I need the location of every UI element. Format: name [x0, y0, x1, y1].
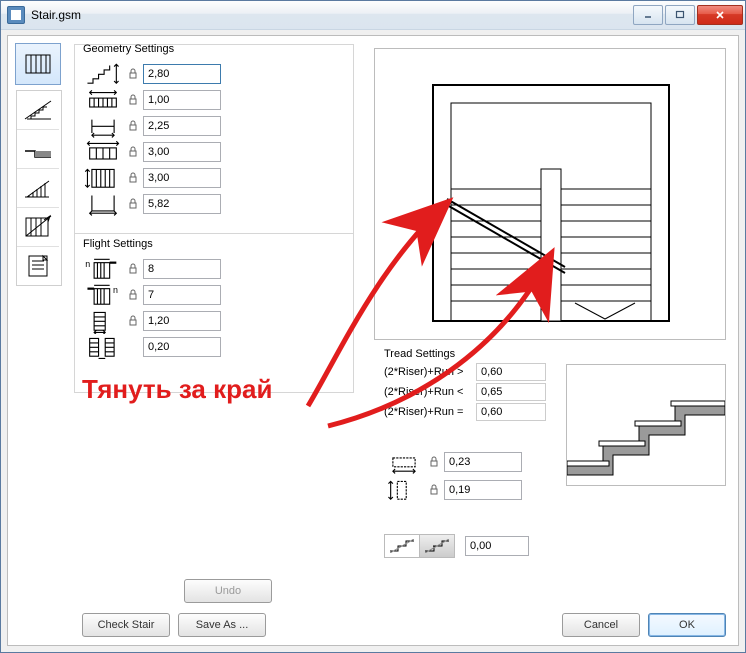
total-width-icon	[83, 140, 123, 164]
tread-settings-group: Tread Settings (2*Riser)+Run >0,60 (2*Ri…	[384, 348, 584, 422]
ok-button[interactable]: OK	[648, 613, 726, 637]
lock-icon[interactable]	[123, 146, 143, 158]
tab-listing[interactable]	[17, 247, 59, 285]
cancel-button[interactable]: Cancel	[562, 613, 640, 637]
tab-railing[interactable]	[17, 169, 59, 208]
minimize-button[interactable]	[633, 5, 663, 25]
tab-tread[interactable]	[17, 130, 59, 169]
landing-width-icon	[83, 88, 123, 112]
gap-width-icon	[83, 335, 123, 359]
risers-right-icon: n	[83, 283, 123, 307]
check-stair-button[interactable]: Check Stair	[82, 613, 170, 637]
geometry-input-3[interactable]: 2,25	[143, 116, 221, 136]
svg-text:n: n	[113, 285, 118, 295]
flight-settings-title: Flight Settings	[83, 238, 345, 250]
maximize-button[interactable]	[665, 5, 695, 25]
total-depth-icon	[83, 166, 123, 190]
nosing-style-picker: 0,00	[384, 534, 529, 558]
lock-icon[interactable]	[123, 289, 143, 301]
app-icon	[7, 6, 25, 24]
window-title: Stair.gsm	[31, 8, 633, 22]
lock-icon[interactable]	[123, 263, 143, 275]
lock-icon[interactable]	[123, 315, 143, 327]
well-width-icon	[83, 114, 123, 138]
lock-icon[interactable]	[424, 456, 444, 468]
stair-height-input[interactable]: 2,80	[143, 64, 221, 84]
undo-button[interactable]: Undo	[184, 579, 272, 603]
lock-icon[interactable]	[424, 484, 444, 496]
flight-input-3[interactable]: 1,20	[143, 311, 221, 331]
tread-formula-gt-label: (2*Riser)+Run >	[384, 366, 476, 378]
tread-formula-eq-value[interactable]: 0,60	[476, 403, 546, 421]
tread-depth-input[interactable]: 0,23	[444, 452, 522, 472]
svg-text:n: n	[85, 259, 90, 269]
close-button[interactable]	[697, 5, 743, 25]
titlebar[interactable]: Stair.gsm	[1, 1, 745, 30]
save-as-button[interactable]: Save As ...	[178, 613, 266, 637]
geometry-input-4[interactable]: 3,00	[143, 142, 221, 162]
nosing-value-input[interactable]: 0,00	[465, 536, 529, 556]
geometry-input-6[interactable]: 5,82	[143, 194, 221, 214]
nosing-style-2[interactable]	[420, 535, 454, 557]
flight-input-4[interactable]: 0,20	[143, 337, 221, 357]
stair-type-tab[interactable]	[15, 43, 61, 85]
stair-height-icon	[83, 62, 123, 86]
stair-plan-preview[interactable]	[374, 48, 726, 340]
dialog-window: Stair.gsm	[0, 0, 746, 653]
riser-height-input[interactable]: 0,19	[444, 480, 522, 500]
run-length-icon	[83, 192, 123, 216]
flight-width-icon	[83, 309, 123, 333]
flight-input-2[interactable]: 7	[143, 285, 221, 305]
geometry-input-2[interactable]: 1,00	[143, 90, 221, 110]
tread-formula-lt-label: (2*Riser)+Run <	[384, 386, 476, 398]
risers-left-icon: n	[83, 257, 123, 281]
lock-icon[interactable]	[123, 172, 143, 184]
stair-section-preview[interactable]	[566, 364, 726, 486]
geometry-input-5[interactable]: 3,00	[143, 168, 221, 188]
lock-icon[interactable]	[123, 120, 143, 132]
nosing-style-1[interactable]	[385, 535, 420, 557]
tread-formula-gt-value[interactable]: 0,60	[476, 363, 546, 381]
tread-depth-icon	[384, 450, 424, 474]
tab-symbol[interactable]	[17, 208, 59, 247]
lock-icon[interactable]	[123, 94, 143, 106]
lock-icon[interactable]	[123, 68, 143, 80]
tab-structure[interactable]	[17, 91, 59, 130]
lock-icon[interactable]	[123, 198, 143, 210]
riser-height-icon	[384, 478, 424, 502]
tread-formula-lt-value[interactable]: 0,65	[476, 383, 546, 401]
tread-settings-title: Tread Settings	[384, 348, 584, 360]
flight-input-1[interactable]: 8	[143, 259, 221, 279]
tread-formula-eq-label: (2*Riser)+Run =	[384, 406, 476, 418]
geometry-settings-title: Geometry Settings	[83, 43, 345, 55]
category-strip	[16, 44, 60, 286]
annotation-text: Тянуть за край	[82, 374, 272, 405]
dialog-body: Geometry Settings 2,80 1,00 2,25 3,00 3,…	[7, 35, 739, 646]
